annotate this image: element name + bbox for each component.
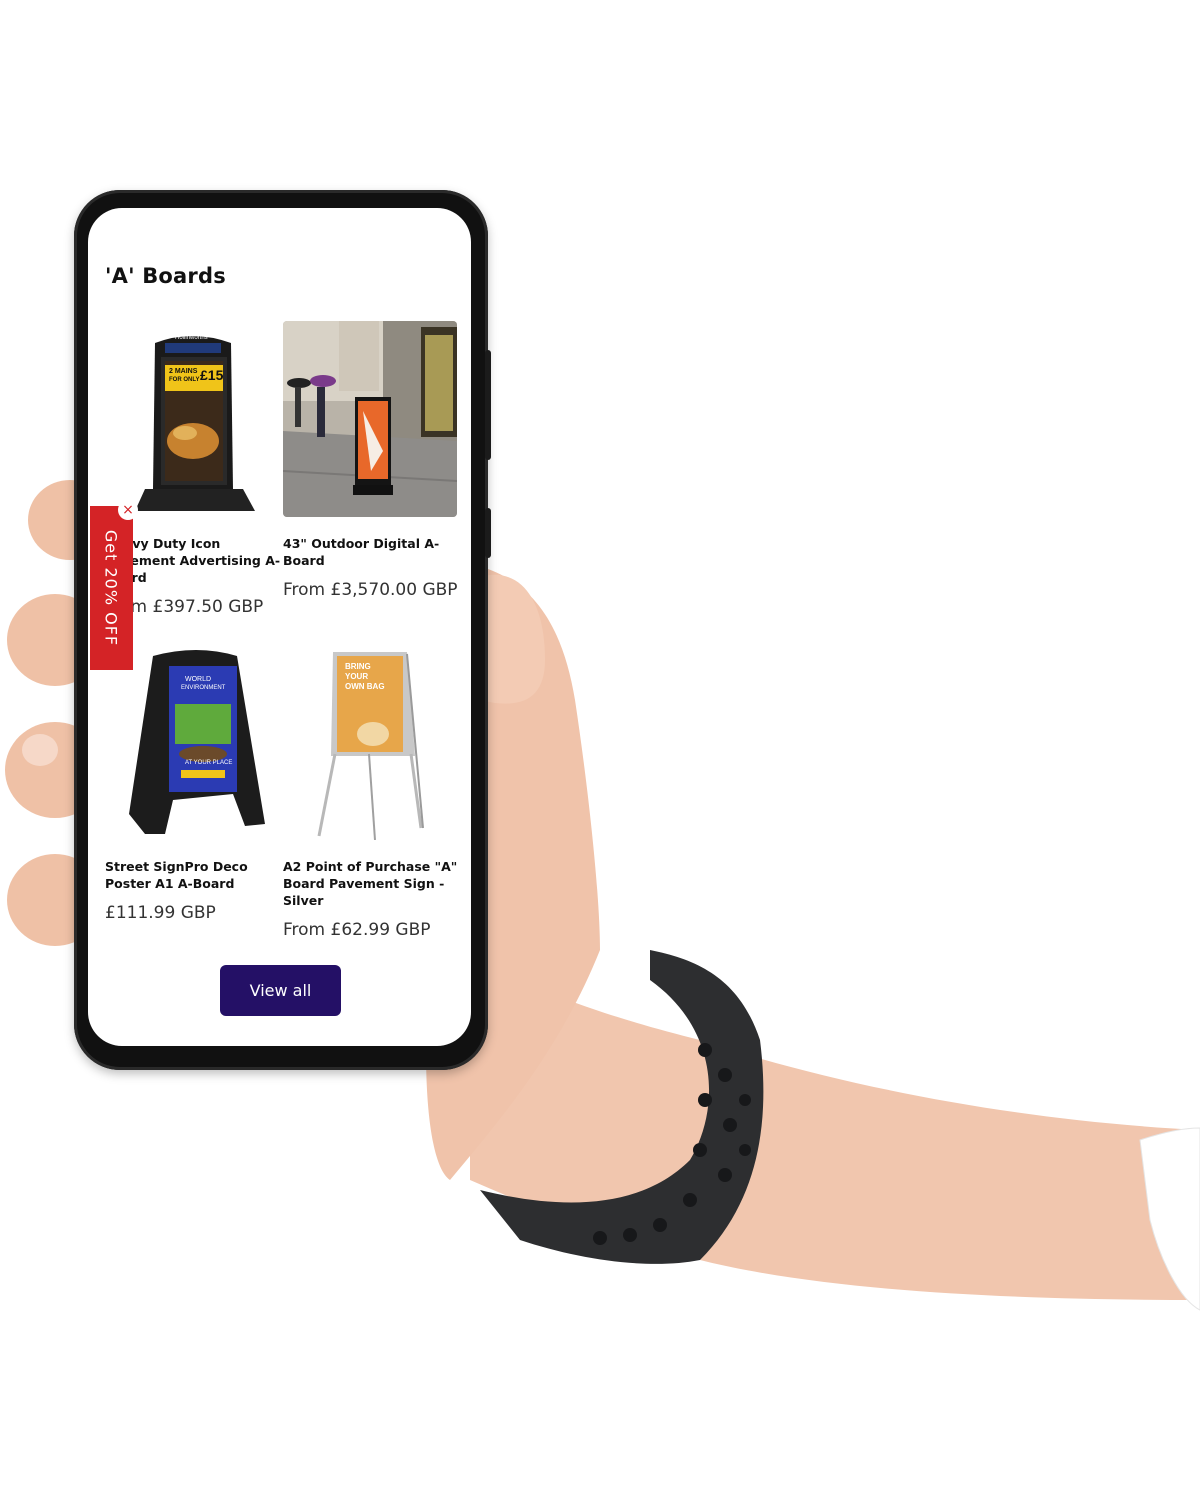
product-illustration-icon-street-display (283, 321, 457, 517)
product-illustration-icon-black-aboard (105, 644, 279, 840)
phone-screen: 'A' Boards Hollinworths 2 MAINS FOR ONLY… (88, 208, 471, 1046)
product-image[interactable]: Hollinworths 2 MAINS FOR ONLY £15 (105, 321, 279, 517)
close-icon[interactable]: × (118, 500, 138, 520)
product-price: From £3,570.00 GBP (283, 580, 458, 600)
product-card[interactable]: BRING YOUR OWN BAG A2 Point of Purchase … (283, 644, 459, 943)
poster-line3: OWN BAG (345, 682, 385, 691)
product-name[interactable]: A2 Point of Purchase "A" Board Pavement … (283, 858, 459, 909)
poster-line1: BRING (345, 662, 371, 671)
phone-side-button (485, 508, 491, 558)
product-illustration-icon-aboard (105, 321, 279, 517)
section-title: 'A' Boards (105, 264, 226, 288)
product-card[interactable]: 43" Outdoor Digital A-Board From £3,570.… (283, 321, 459, 603)
poster-line1: WORLD (185, 676, 212, 683)
product-card[interactable]: WORLD ENVIRONMENT AT YOUR PLACE Street S… (105, 644, 281, 926)
view-all-button[interactable]: View all (220, 965, 341, 1016)
product-image[interactable]: BRING YOUR OWN BAG (283, 644, 457, 840)
poster-line2: YOUR (345, 672, 369, 681)
product-image[interactable]: WORLD ENVIRONMENT AT YOUR PLACE (105, 644, 279, 840)
poster-amount: £15 (200, 367, 224, 383)
product-name[interactable]: Street SignPro Deco Poster A1 A-Board (105, 858, 281, 892)
product-price: £111.99 GBP (105, 903, 216, 923)
discount-promo-tab[interactable]: Get 20% OFF (90, 506, 133, 670)
poster-brand: Hollinworths (175, 335, 208, 341)
product-name[interactable]: 43" Outdoor Digital A-Board (283, 535, 459, 569)
product-illustration-icon-silver-aboard (283, 644, 457, 840)
poster-line2: FOR ONLY (169, 377, 200, 383)
poster-line2: ENVIRONMENT (181, 685, 226, 691)
poster-line1: 2 MAINS (169, 368, 198, 375)
phone-side-button (485, 350, 491, 460)
poster-line3: AT YOUR PLACE (185, 760, 233, 766)
promo-label: Get 20% OFF (101, 529, 121, 647)
product-price: From £62.99 GBP (283, 920, 431, 940)
product-image[interactable] (283, 321, 457, 517)
